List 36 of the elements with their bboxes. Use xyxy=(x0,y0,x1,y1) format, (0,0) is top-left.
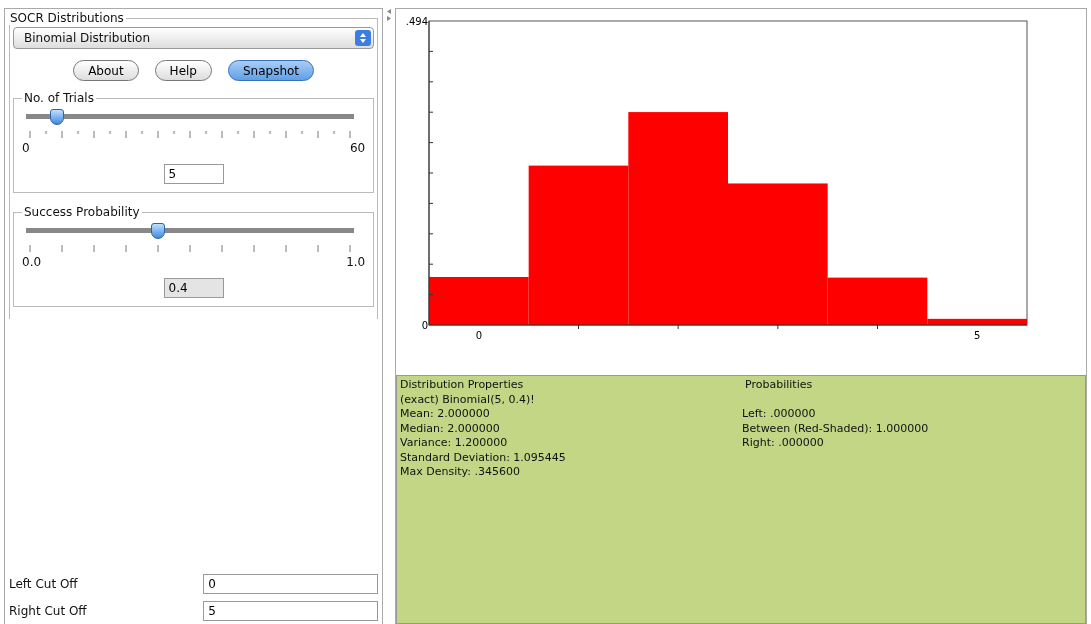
slider-title: No. of Trials xyxy=(23,91,95,105)
pill-button[interactable]: Help xyxy=(154,60,212,81)
slider-max-label: 60 xyxy=(349,141,366,155)
pill-button[interactable]: Snapshot xyxy=(227,60,315,81)
slider-min-label: 0 xyxy=(22,141,30,155)
slider-min-label: 0.0 xyxy=(22,255,42,269)
cutoff-label: Right Cut Off xyxy=(9,603,87,618)
probability-line: Right: .000000 xyxy=(742,436,825,451)
slider-title: Success Probability xyxy=(23,205,141,219)
cutoff-field[interactable]: 5 xyxy=(203,600,379,621)
property-line: (exact) Binomial(5, 0.4)! xyxy=(400,392,536,407)
probability-line: Between (Red-Shaded): 1.000000 xyxy=(742,421,930,436)
slider-max-label: 1.0 xyxy=(346,255,366,269)
value-field[interactable]: 5 xyxy=(163,164,224,184)
dropdown-arrows-icon xyxy=(355,30,372,46)
value-field[interactable]: 0.4 xyxy=(163,278,224,298)
property-line: Mean: 2.000000 xyxy=(400,407,491,422)
property-line: Median: 2.000000 xyxy=(400,421,501,436)
x-tick-label: 5 xyxy=(974,330,981,341)
property-line: Variance: 1.200000 xyxy=(400,436,509,451)
pill-button[interactable]: About xyxy=(73,60,139,81)
slider-thumb[interactable] xyxy=(49,109,64,125)
split-arrows-icon[interactable] xyxy=(386,8,393,22)
cutoff-field[interactable]: 0 xyxy=(203,573,379,594)
cutoff-label: Left Cut Off xyxy=(9,576,78,591)
distribution-select[interactable]: Binomial Distribution xyxy=(13,27,375,49)
y-tick-label: .494 xyxy=(405,16,428,27)
slider-thumb[interactable] xyxy=(151,223,165,239)
section-title: Distribution Properties xyxy=(400,378,525,393)
section-title: Probabilities xyxy=(744,378,814,393)
x-tick-label: 0 xyxy=(475,330,482,341)
property-line: Standard Deviation: 1.095445 xyxy=(400,450,567,465)
panel-title: SOCR Distributions xyxy=(9,11,125,25)
probability-line: Left: .000000 xyxy=(742,407,817,422)
property-line: Max Density: .345600 xyxy=(400,465,521,480)
y-tick-label: 0 xyxy=(421,320,428,331)
